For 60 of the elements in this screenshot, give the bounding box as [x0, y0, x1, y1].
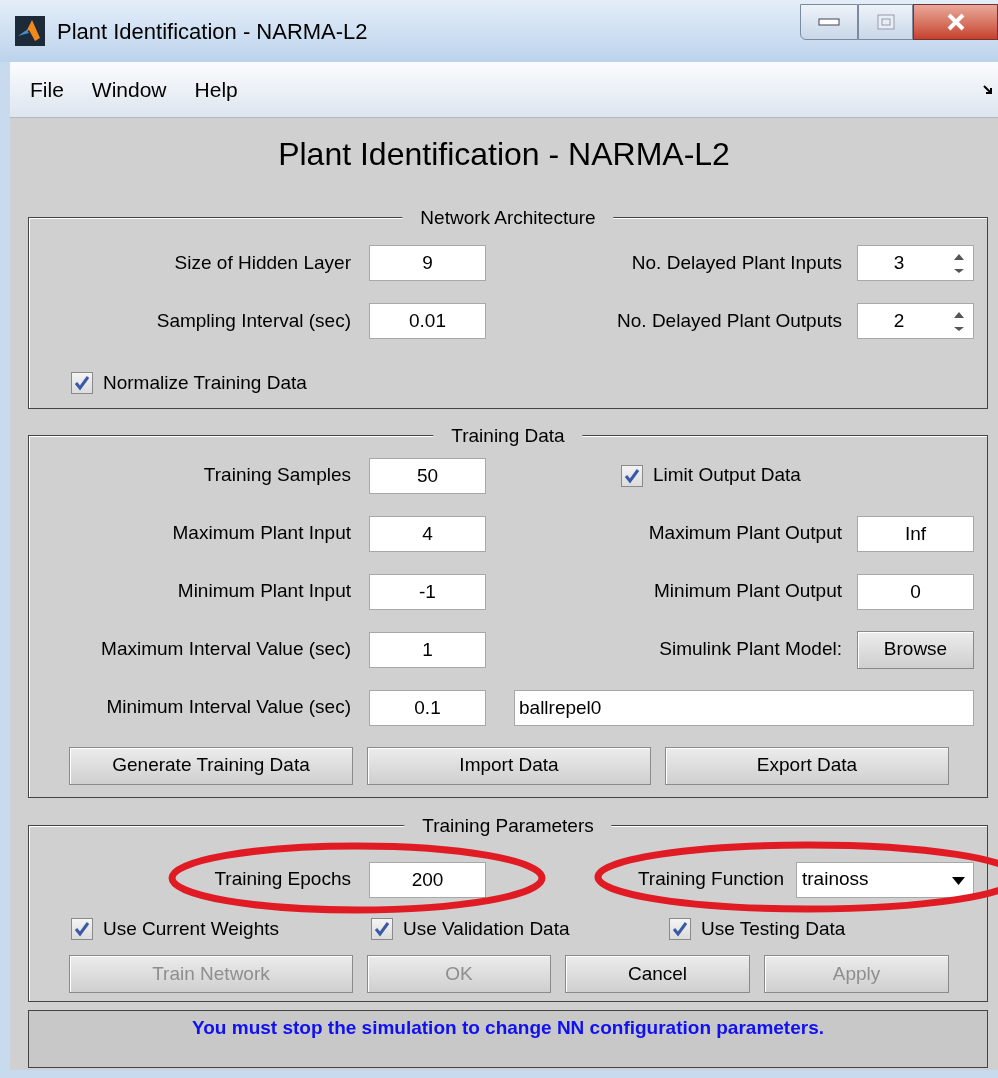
close-icon: [945, 13, 966, 31]
menu-item[interactable]: Window: [81, 73, 177, 106]
spin-arrows-icon: [953, 252, 965, 274]
maximize-icon: [876, 14, 895, 30]
menu-item[interactable]: File: [20, 73, 74, 106]
field-label: No. Delayed Plant Inputs: [631, 250, 842, 275]
checkbox-label: Use Validation Data: [403, 916, 570, 941]
field-label: Maximum Plant Input: [172, 521, 351, 546]
checkbox-label: Limit Output Data: [653, 463, 801, 488]
dock-arrow-icon[interactable]: [982, 84, 994, 96]
field-label: Size of Hidden Layer: [174, 250, 351, 275]
spin-arrows-icon: [953, 310, 965, 332]
field-label: Simulink Plant Model:: [659, 637, 842, 662]
checkbox[interactable]: [621, 464, 643, 487]
checkbox-label: Use Current Weights: [103, 916, 279, 941]
input-field[interactable]: 9: [369, 245, 486, 281]
input-field[interactable]: Inf: [857, 515, 974, 552]
field-label: Training Epochs: [214, 867, 351, 892]
field-label: Maximum Plant Output: [648, 521, 842, 546]
button[interactable]: Generate Training Data: [69, 746, 353, 785]
button[interactable]: Export Data: [665, 746, 949, 785]
button[interactable]: Import Data: [367, 746, 651, 785]
field-label: Training Samples: [203, 463, 351, 488]
checkbox[interactable]: [669, 917, 691, 940]
checkbox[interactable]: [71, 372, 93, 395]
spinner-field[interactable]: 3: [857, 245, 974, 281]
field-label: Minimum Plant Output: [654, 579, 842, 604]
input-field[interactable]: 0: [857, 573, 974, 610]
minimize-button[interactable]: [800, 4, 858, 40]
input-field[interactable]: 0.1: [369, 689, 486, 726]
input-field[interactable]: 0.01: [369, 303, 486, 339]
dialog-heading: Plant Identification - NARMA-L2: [278, 135, 730, 174]
dropdown[interactable]: trainoss: [796, 861, 974, 898]
field-label: No. Delayed Plant Outputs: [617, 308, 842, 333]
status-message: You must stop the simulation to change NN configuration parameters.: [192, 1016, 824, 1040]
field-label: Sampling Interval (sec): [156, 308, 351, 333]
app-icon: [15, 16, 45, 46]
input-field[interactable]: 1: [369, 631, 486, 668]
button[interactable]: Cancel: [565, 955, 750, 993]
input-field[interactable]: 50: [369, 457, 486, 494]
field-label: Training Function: [637, 867, 784, 892]
menu-item[interactable]: Help: [184, 73, 248, 106]
button[interactable]: Browse: [857, 630, 974, 669]
checkbox[interactable]: [71, 917, 93, 940]
input-field[interactable]: 200: [369, 861, 486, 898]
field-label: Minimum Plant Input: [177, 579, 351, 604]
field-label: Minimum Interval Value (sec): [106, 695, 351, 720]
spinner-field[interactable]: 2: [857, 303, 974, 339]
caret-icon: [952, 876, 965, 885]
checkbox-label: Use Testing Data: [701, 916, 846, 941]
close-button[interactable]: [913, 4, 998, 40]
input-field[interactable]: -1: [369, 573, 486, 610]
maximize-button[interactable]: [858, 4, 913, 40]
checkbox[interactable]: [371, 917, 393, 940]
checkbox-label: Normalize Training Data: [103, 371, 307, 395]
window-title: Plant Identification - NARMA-L2: [57, 17, 368, 46]
minimize-icon: [818, 18, 840, 26]
input-field[interactable]: 4: [369, 515, 486, 552]
input-field[interactable]: ballrepel0: [514, 689, 974, 726]
field-label: Maximum Interval Value (sec): [101, 637, 351, 662]
